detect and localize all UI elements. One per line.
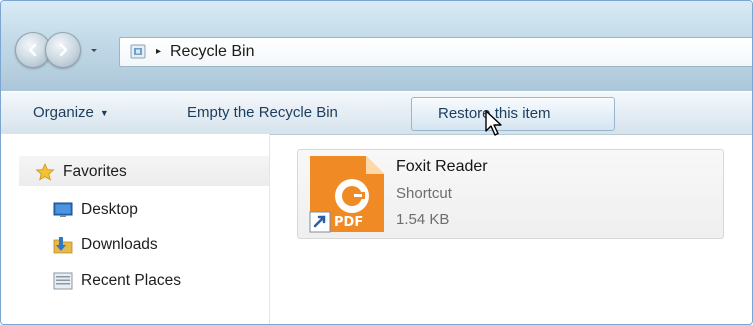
downloads-folder-icon — [53, 237, 73, 254]
recent-pages-dropdown[interactable] — [89, 45, 99, 55]
navigation-pane: Favorites Desktop Downloads Recent Place… — [1, 134, 270, 324]
breadcrumb-recycle-bin[interactable]: Recycle Bin — [170, 42, 254, 62]
recycle-bin-icon — [130, 44, 146, 59]
restore-item-button[interactable]: Restore this item — [411, 97, 615, 131]
pdf-badge-text: PDF — [334, 215, 363, 230]
chevron-down-icon — [91, 49, 97, 52]
back-arrow-icon — [28, 43, 37, 57]
star-icon — [35, 163, 55, 181]
favorites-label: Favorites — [63, 163, 127, 180]
command-bar: Organize ▼ Empty the Recycle Bin Restore … — [1, 91, 752, 135]
desktop-label: Desktop — [81, 201, 138, 218]
organize-menu-button[interactable]: Organize ▼ — [33, 100, 109, 126]
recent-places-label: Recent Places — [81, 272, 181, 289]
address-bar[interactable]: ▸ Recycle Bin — [119, 37, 752, 67]
organize-label: Organize — [33, 104, 94, 121]
file-type: Shortcut — [396, 185, 452, 202]
explorer-window: ▸ Recycle Bin Organize ▼ Empty the Recycl… — [0, 0, 753, 325]
file-item-foxit-reader[interactable]: PDF Foxit Reader Shortcut 1.54 KB — [297, 149, 724, 239]
file-size: 1.54 KB — [396, 211, 450, 228]
title-bar: ▸ Recycle Bin — [1, 1, 752, 91]
downloads-label: Downloads — [81, 236, 158, 253]
mouse-pointer-icon — [485, 110, 502, 136]
file-name: Foxit Reader — [396, 158, 488, 175]
recent-places-icon — [53, 272, 73, 290]
breadcrumb-separator[interactable]: ▸ — [156, 44, 161, 60]
forward-button[interactable] — [45, 32, 81, 68]
empty-recycle-bin-button[interactable]: Empty the Recycle Bin — [187, 100, 338, 126]
favorites-highlight — [19, 156, 269, 186]
forward-arrow-icon — [59, 43, 68, 57]
chevron-down-icon: ▼ — [99, 108, 109, 119]
foxit-reader-pdf-icon: PDF — [309, 156, 384, 233]
desktop-icon — [53, 202, 73, 217]
